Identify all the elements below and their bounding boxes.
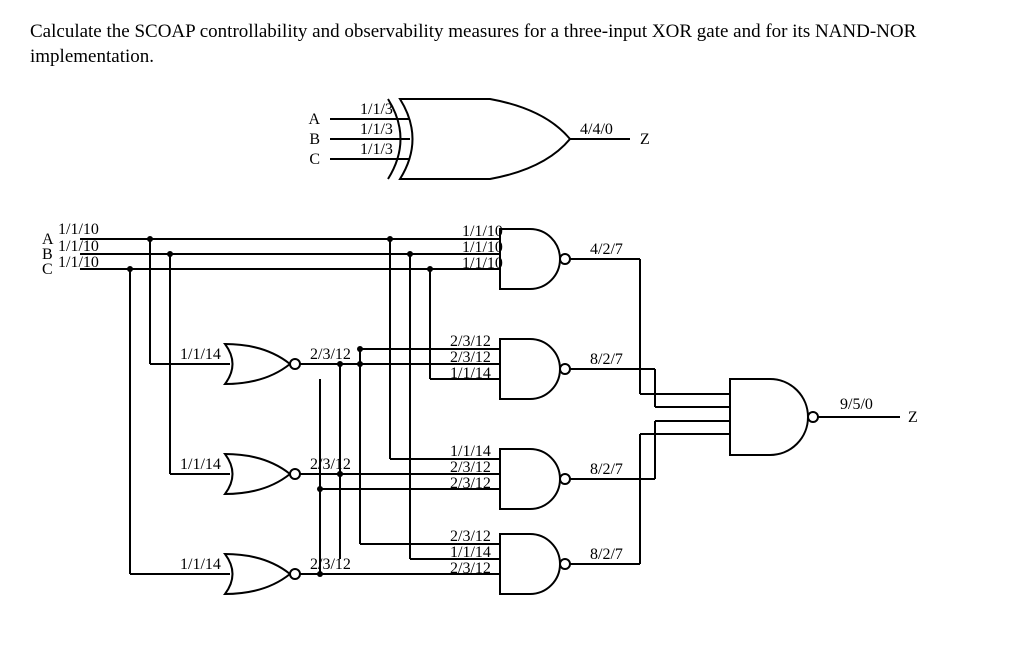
xor-out-name: Z: [640, 131, 650, 148]
nor3-out-scoap: 2/3/12: [310, 556, 351, 573]
final-out-name: Z: [908, 409, 918, 426]
nand2-in2: 2/3/12: [450, 349, 491, 366]
final-nand-gate: 9/5/0 Z: [730, 379, 918, 455]
xor-out-scoap: 4/4/0: [580, 121, 613, 138]
nand3-in3: 2/3/12: [450, 475, 491, 492]
nand3-out: 8/2/7: [590, 461, 623, 478]
xor-in-c-name: C: [309, 151, 320, 168]
nand-gate-1: 1/1/10 1/1/10 1/1/10 4/2/7: [460, 223, 640, 289]
xor-in-c-scoap: 1/1/3: [360, 141, 393, 158]
final-out-scoap: 9/5/0: [840, 396, 873, 413]
nand1-in3: 1/1/10: [462, 255, 503, 272]
nand4-out: 8/2/7: [590, 546, 623, 563]
nor3-in-scoap: 1/1/14: [180, 556, 221, 573]
nor2-out-scoap: 2/3/12: [310, 456, 351, 473]
nand2-in1: 2/3/12: [450, 333, 491, 350]
nor2-in-scoap: 1/1/14: [180, 456, 221, 473]
nand1-in2: 1/1/10: [462, 239, 503, 256]
xor-in-a-name: A: [308, 111, 320, 128]
xor-in-a-scoap: 1/1/3: [360, 101, 393, 118]
xor-in-b-scoap: 1/1/3: [360, 121, 393, 138]
nand1-out: 4/2/7: [590, 241, 623, 258]
nand3-in2: 2/3/12: [450, 459, 491, 476]
impl-in-b-scoap: 1/1/10: [58, 238, 99, 255]
impl-in-c-name: C: [42, 261, 53, 278]
xor-in-b-name: B: [309, 131, 320, 148]
nor-gate-3: 1/1/14 2/3/12: [130, 269, 351, 594]
nand-gate-2: 2/3/12 2/3/12 1/1/14 8/2/7: [337, 333, 655, 399]
nand2-in3: 1/1/14: [450, 365, 491, 382]
nand-gate-3: 1/1/14 2/3/12 2/3/12 8/2/7: [317, 443, 655, 509]
problem-title: Calculate the SCOAP controllability and …: [30, 20, 994, 69]
nand4-in2: 1/1/14: [450, 544, 491, 561]
nand3-in1: 1/1/14: [450, 443, 491, 460]
nand4-in3: 2/3/12: [450, 560, 491, 577]
impl-in-a-scoap: 1/1/10: [58, 221, 99, 238]
nand2-out: 8/2/7: [590, 351, 623, 368]
nand1-in1: 1/1/10: [462, 223, 503, 240]
nand-gate-4: 2/3/12 1/1/14 2/3/12 8/2/7: [320, 528, 640, 594]
nor1-in-scoap: 1/1/14: [180, 346, 221, 363]
impl-in-c-scoap: 1/1/10: [58, 254, 99, 271]
nand4-in1: 2/3/12: [450, 528, 491, 545]
nor1-out-scoap: 2/3/12: [310, 346, 351, 363]
nor-gate-1: 1/1/14 2/3/12: [150, 239, 363, 384]
circuit-diagram: A B C 1/1/3 1/1/3 1/1/3 4/4/0 Z A B C 1/…: [30, 79, 990, 639]
